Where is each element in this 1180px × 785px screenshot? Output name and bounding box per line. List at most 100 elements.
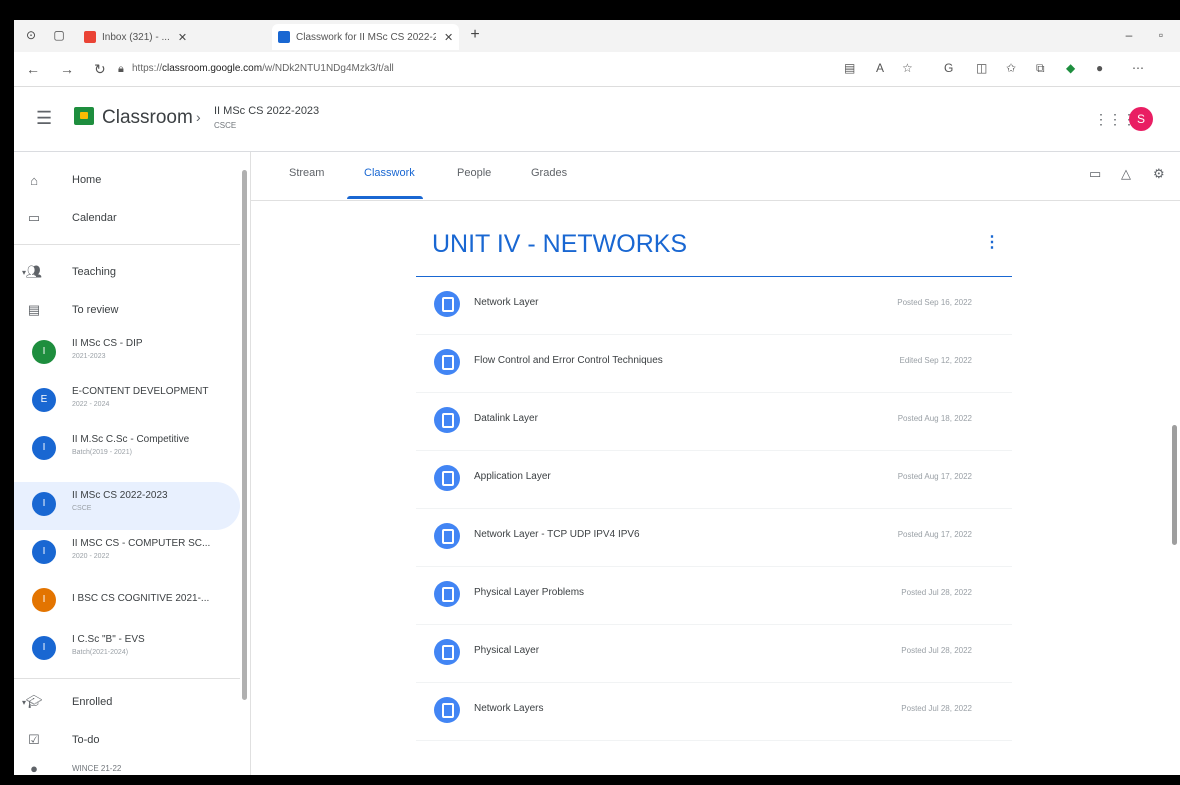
- classwork-item[interactable]: Flow Control and Error Control Technique…: [416, 335, 1012, 393]
- tab-bar: ⊙ ▢ Inbox (321) - ... ✕ Classwork for II…: [14, 20, 1180, 52]
- material-icon: [434, 639, 460, 665]
- sidebar-item-label: To-do: [72, 734, 100, 746]
- item-date: Edited Sep 12, 2022: [899, 356, 972, 365]
- item-date: Posted Aug 18, 2022: [897, 414, 972, 423]
- lock-icon[interactable]: 🔒︎: [118, 61, 124, 77]
- calendar-icon: ▭: [27, 210, 41, 225]
- item-date: Posted Jul 28, 2022: [901, 646, 972, 655]
- forward-icon[interactable]: →: [60, 61, 74, 77]
- home-icon: ⌂: [30, 172, 38, 188]
- class-sub: 2022 - 2024: [72, 401, 110, 408]
- item-title: Network Layer - TCP UDP IPV4 IPV6: [474, 529, 640, 540]
- sidebar-item-label: Home: [72, 174, 102, 186]
- favorite-star-icon[interactable]: ☆: [902, 61, 913, 75]
- sidebar-class-item[interactable]: E E-CONTENT DEVELOPMENT 2022 - 2024: [14, 378, 240, 426]
- sidebar-class-item[interactable]: I I BSC CS COGNITIVE 2021-...: [14, 578, 240, 626]
- extension-icon[interactable]: ◆: [1066, 61, 1075, 75]
- topic-title: UNIT IV - NETWORKS: [432, 230, 688, 258]
- class-avatar: I: [32, 540, 56, 564]
- sidebar-class-item[interactable]: I I C.Sc "B" - EVS Batch(2021-2024): [14, 626, 240, 674]
- address-bar: ← → ↻ 🔒︎ https://classroom.google.com/w/…: [14, 52, 1180, 87]
- classwork-item[interactable]: Network Layer Posted Sep 16, 2022: [416, 277, 1012, 335]
- tab-people[interactable]: People: [457, 167, 491, 179]
- sidebar-item-home[interactable]: ⌂ Home: [14, 162, 240, 198]
- url-prefix: https://: [132, 63, 163, 74]
- class-name: E-CONTENT DEVELOPMENT: [72, 386, 209, 397]
- read-aloud-icon[interactable]: A: [876, 61, 884, 75]
- sidebar-item-teaching[interactable]: ▾ 👥︎ Teaching: [14, 254, 240, 290]
- enrolled-icon: 🎓︎: [25, 694, 43, 709]
- tab-grades[interactable]: Grades: [531, 167, 567, 179]
- sidebar-class-item[interactable]: I II MSC CS - COMPUTER SC... 2020 - 2022: [14, 530, 240, 578]
- tab-stream[interactable]: Stream: [289, 167, 324, 179]
- collections-icon[interactable]: ⧉: [1036, 61, 1045, 75]
- sidebar-class-item[interactable]: I II M.Sc C.Sc - Competitive Batch(2019 …: [14, 426, 240, 474]
- reader-view-icon[interactable]: ▤: [844, 61, 855, 75]
- calendar-icon[interactable]: ▭: [1089, 166, 1101, 182]
- sidebar-item-todo[interactable]: ☑ To-do: [14, 722, 240, 758]
- class-name: I C.Sc "B" - EVS: [72, 634, 145, 645]
- classwork-item[interactable]: Datalink Layer Posted Aug 18, 2022: [416, 393, 1012, 451]
- maximize-icon[interactable]: ▫: [1154, 28, 1168, 42]
- split-screen-icon[interactable]: ◫: [976, 61, 987, 75]
- more-icon[interactable]: ⋯: [1132, 61, 1144, 75]
- tab-gmail[interactable]: Inbox (321) - ... ✕: [78, 24, 193, 50]
- sidebar-class-item[interactable]: I II MSc CS - DIP 2021-2023: [14, 330, 240, 378]
- sidebar-item-label: Teaching: [72, 266, 117, 278]
- settings-gear-icon[interactable]: ⚙: [1153, 166, 1165, 182]
- favorites-icon[interactable]: ✩: [1006, 61, 1016, 75]
- divider: [14, 678, 240, 679]
- topic-more-icon[interactable]: ⋮: [984, 232, 1000, 252]
- tab-classwork[interactable]: Classwork: [364, 167, 415, 179]
- refresh-extension-icon[interactable]: G: [944, 61, 953, 75]
- sidebar-item-label: To review: [72, 304, 119, 316]
- item-title: Network Layers: [474, 703, 544, 714]
- brand-name[interactable]: Classroom: [102, 107, 193, 129]
- active-tab-indicator: [347, 196, 423, 199]
- page-scrollbar[interactable]: [1172, 425, 1177, 545]
- caret-down-icon[interactable]: ▾: [22, 698, 26, 707]
- material-icon: [434, 291, 460, 317]
- main-menu-icon[interactable]: ☰: [36, 109, 52, 127]
- item-title: Physical Layer Problems: [474, 587, 585, 598]
- sidebar-item-enrolled[interactable]: ▾ 🎓︎ Enrolled: [14, 684, 240, 720]
- class-title[interactable]: II MSc CS 2022-2023: [214, 105, 319, 117]
- new-tab-icon[interactable]: +: [468, 27, 482, 43]
- item-title: Application Layer: [474, 471, 551, 482]
- item-date: Posted Jul 28, 2022: [901, 588, 972, 597]
- close-tab-icon[interactable]: ✕: [444, 31, 453, 44]
- back-icon[interactable]: ←: [26, 61, 40, 77]
- close-tab-icon[interactable]: ✕: [178, 31, 187, 44]
- classwork-item[interactable]: Network Layer - TCP UDP IPV4 IPV6 Posted …: [416, 509, 1012, 567]
- classwork-item[interactable]: Application Layer Posted Aug 17, 2022: [416, 451, 1012, 509]
- refresh-icon[interactable]: ↻: [94, 61, 106, 77]
- divider: [14, 244, 240, 245]
- drive-folder-icon[interactable]: △: [1121, 166, 1131, 182]
- workspaces-icon[interactable]: ⊙: [24, 28, 38, 42]
- classroom-header: ☰ Classroom › II MSc CS 2022-2023 CSCE ⋮…: [14, 87, 1180, 152]
- url-path: /w/NDk2NTU1NDg4Mzk3/t/all: [262, 63, 394, 74]
- profile-icon[interactable]: ●: [1096, 61, 1103, 75]
- tab-actions-icon[interactable]: ▢: [52, 28, 66, 42]
- sidebar-scrollbar[interactable]: [242, 170, 247, 700]
- sidebar-class-item-active[interactable]: I II MSc CS 2022-2023 CSCE: [14, 482, 240, 530]
- classwork-item[interactable]: Network Layers Posted Jul 28, 2022: [416, 683, 1012, 741]
- item-title: Flow Control and Error Control Technique…: [474, 355, 663, 366]
- classwork-item[interactable]: Physical Layer Posted Jul 28, 2022: [416, 625, 1012, 683]
- caret-down-icon[interactable]: ▾: [22, 268, 26, 277]
- sidebar-item-to-review[interactable]: ▤ To review: [14, 292, 240, 328]
- class-sub: CSCE: [72, 505, 92, 512]
- avatar[interactable]: S: [1129, 107, 1153, 131]
- chevron-right-icon: ›: [196, 109, 201, 125]
- todo-icon: ☑: [28, 732, 40, 747]
- sidebar-item-calendar[interactable]: ▭ Calendar: [14, 200, 240, 236]
- class-sub: Batch(2019 - 2021): [72, 449, 132, 456]
- sidebar-class-item[interactable]: ● WINCE 21-22: [14, 758, 240, 776]
- classroom-logo-icon[interactable]: [74, 107, 94, 125]
- minimize-icon[interactable]: –: [1122, 28, 1136, 42]
- url-field[interactable]: https://classroom.google.com/w/NDk2NTU1N…: [132, 59, 394, 79]
- class-sub: 2020 - 2022: [72, 553, 110, 560]
- item-title: Physical Layer: [474, 645, 540, 656]
- tab-classroom[interactable]: Classwork for II MSc CS 2022-2... ✕: [272, 24, 460, 50]
- classwork-item[interactable]: Physical Layer Problems Posted Jul 28, 20…: [416, 567, 1012, 625]
